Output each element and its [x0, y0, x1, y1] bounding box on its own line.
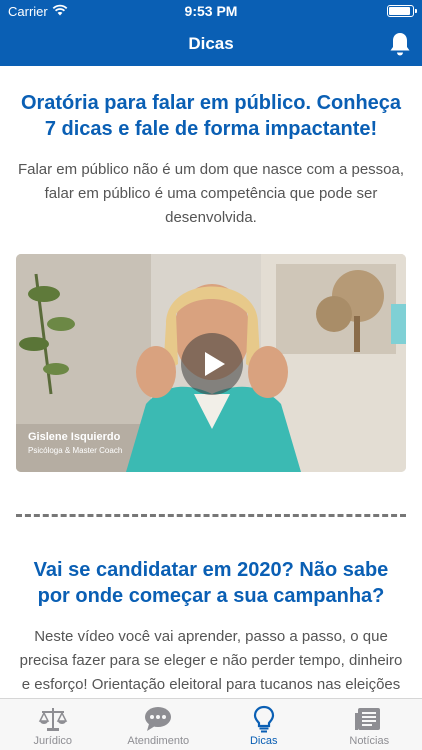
tab-bar: Jurídico Atendimento Dicas Notícias: [0, 698, 422, 750]
tab-noticias[interactable]: Notícias: [317, 699, 422, 750]
navigation-bar: Dicas: [0, 22, 422, 66]
lightbulb-icon: [253, 705, 274, 733]
chat-bubble-icon: [145, 707, 172, 731]
tip-article[interactable]: Oratória para falar em público. Conheça …: [0, 66, 422, 472]
video-player[interactable]: Gislene Isquierdo Psicóloga & Master Coa…: [16, 254, 406, 472]
newspaper-icon: [355, 708, 381, 730]
play-button[interactable]: [181, 333, 243, 395]
status-bar: Carrier 9:53 PM: [0, 0, 422, 22]
tab-juridico[interactable]: Jurídico: [0, 699, 106, 750]
tab-label: Jurídico: [33, 735, 73, 747]
article-title[interactable]: Oratória para falar em público. Conheça …: [16, 66, 406, 142]
tab-label: Atendimento: [127, 735, 190, 747]
tab-label: Notícias: [349, 735, 390, 747]
article-title[interactable]: Vai se candidatar em 2020? Não sabe por …: [16, 517, 406, 609]
status-time: 9:53 PM: [184, 3, 238, 19]
tips-feed[interactable]: Oratória para falar em público. Conheça …: [0, 66, 422, 698]
article-summary: Neste vídeo você vai aprender, passo a p…: [19, 628, 403, 693]
article-summary: Falar em público não é um dom que nasce …: [17, 161, 405, 226]
tab-dicas[interactable]: Dicas: [211, 699, 317, 750]
tab-label: Dicas: [249, 735, 278, 747]
video-caption-name: Gislene Isquierdo: [28, 431, 121, 443]
scale-icon: [38, 708, 67, 731]
page-title: Dicas: [188, 34, 234, 53]
battery-icon: [387, 5, 417, 17]
video-caption-role: Psicóloga & Master Coach: [28, 446, 122, 455]
notification-bell-icon[interactable]: [388, 31, 412, 57]
tip-article[interactable]: Vai se candidatar em 2020? Não sabe por …: [0, 517, 422, 697]
tab-atendimento[interactable]: Atendimento: [106, 699, 212, 750]
